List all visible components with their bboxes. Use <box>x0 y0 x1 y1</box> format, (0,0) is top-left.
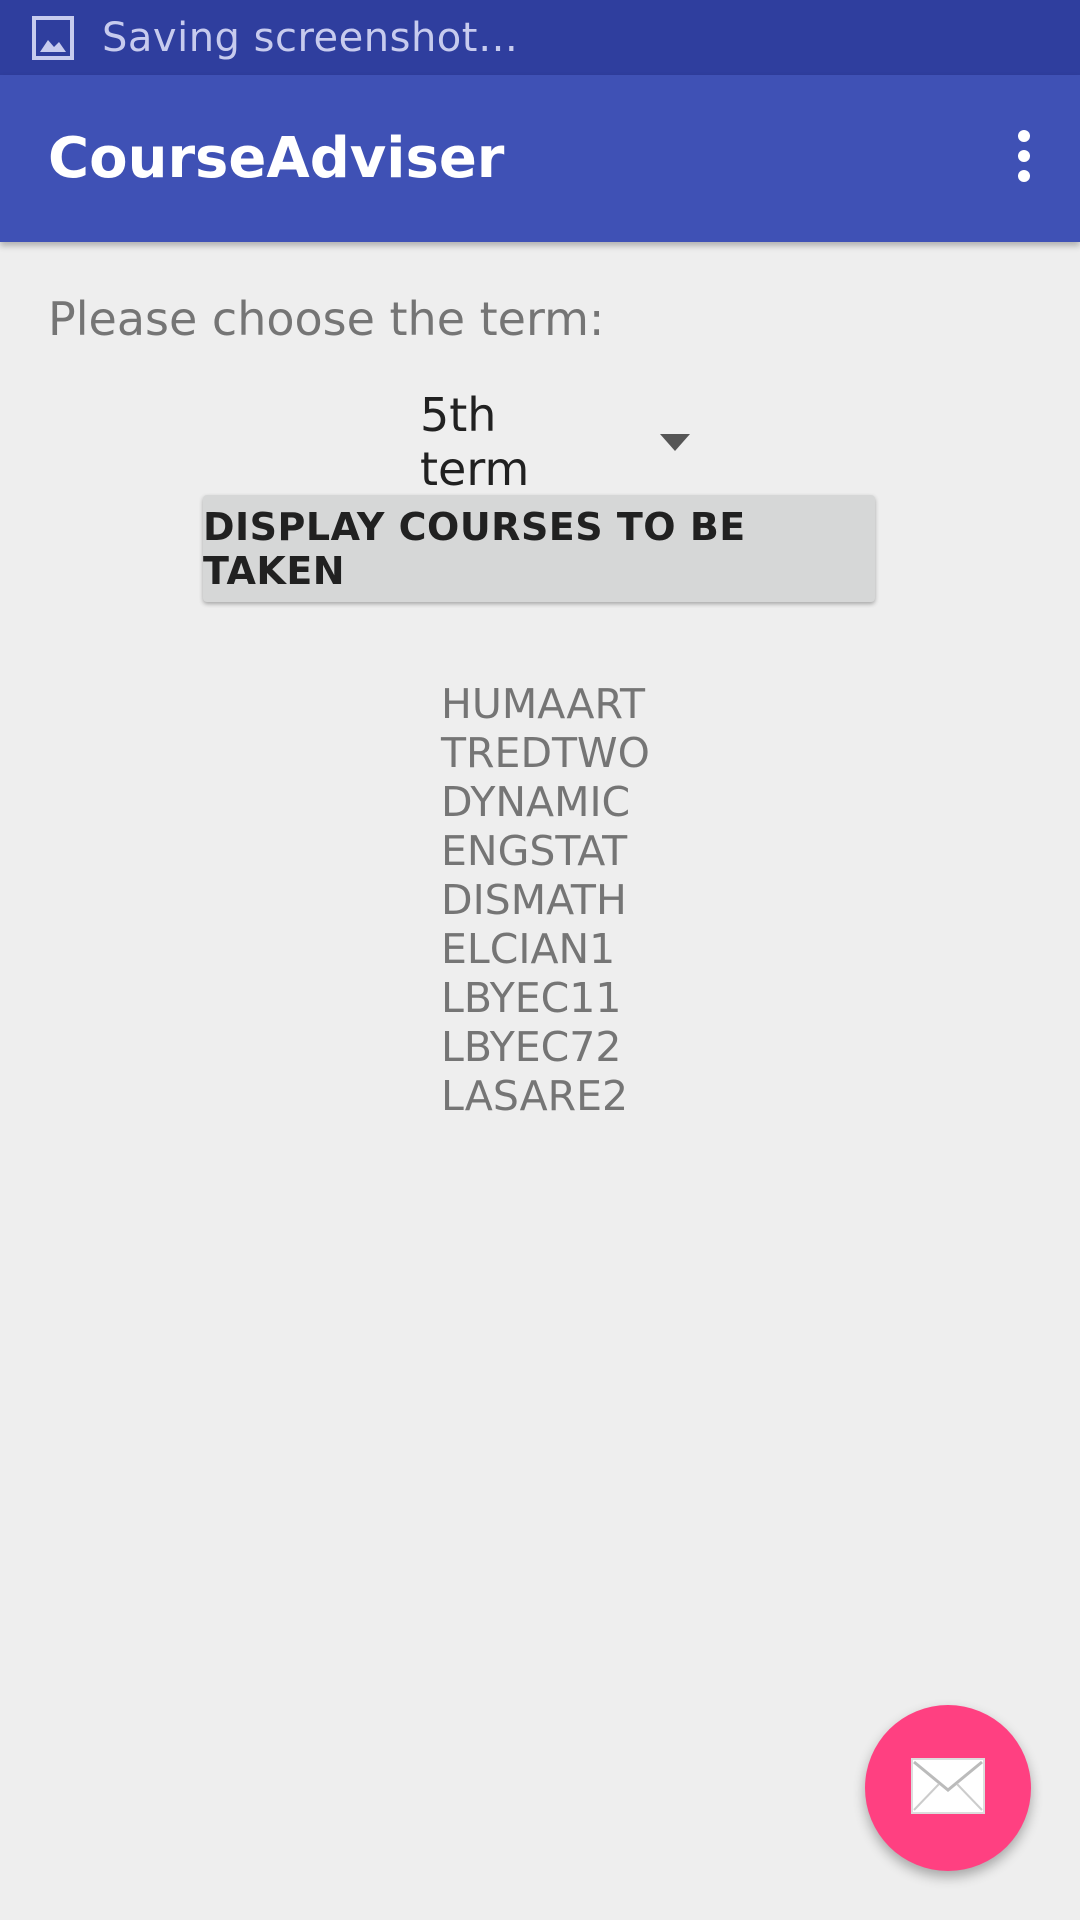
more-vert-icon <box>1016 128 1032 188</box>
app-title: CourseAdviser <box>48 126 505 191</box>
term-prompt-label: Please choose the term: <box>48 292 605 346</box>
email-fab-button[interactable] <box>865 1705 1031 1871</box>
course-item: LASARE2 <box>441 1072 629 1120</box>
course-item: LBYEC11 <box>441 974 622 1022</box>
display-courses-button[interactable]: DISPLAY COURSES TO BE TAKEN <box>203 495 875 602</box>
email-icon <box>911 1758 985 1818</box>
app-bar: CourseAdviser <box>0 75 1080 242</box>
course-list: HUMAART TREDTWO DYNAMIC ENGSTAT DISMATH ELCIA… <box>441 680 650 1121</box>
image-icon <box>32 15 74 61</box>
course-item: LBYEC72 <box>441 1023 622 1071</box>
course-item: TREDTWO <box>441 729 650 777</box>
course-item: ENGSTAT <box>441 827 628 875</box>
dropdown-arrow-icon <box>660 433 690 451</box>
status-bar: Saving screenshot… <box>0 0 1080 75</box>
term-spinner[interactable]: 5th term <box>390 388 690 496</box>
course-item: ELCIAN1 <box>441 925 616 973</box>
course-item: DYNAMIC <box>441 778 631 826</box>
term-spinner-value: 5th term <box>420 388 530 496</box>
overflow-menu-button[interactable] <box>992 114 1056 202</box>
course-item: DISMATH <box>441 876 627 924</box>
status-notification-text: Saving screenshot… <box>102 14 519 61</box>
course-item: HUMAART <box>441 680 645 728</box>
